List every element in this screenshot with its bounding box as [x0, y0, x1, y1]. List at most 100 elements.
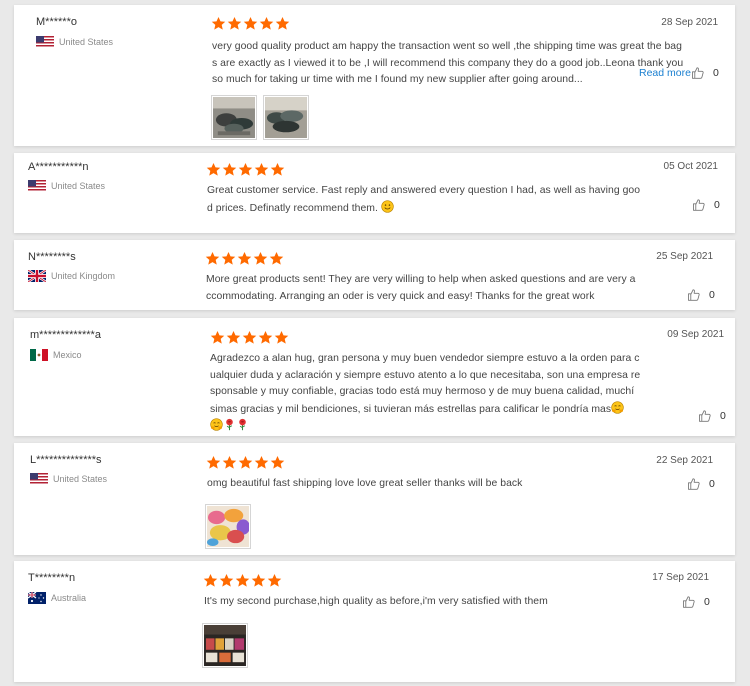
star-icon [242, 330, 257, 345]
reviewer-country: United Kingdom [28, 270, 115, 282]
star-icon [269, 251, 284, 266]
smile-emoji-icon [381, 199, 394, 213]
country-label: United Kingdom [51, 271, 116, 281]
review-photo[interactable] [202, 623, 248, 668]
review-photo[interactable] [205, 504, 251, 549]
star-rating [211, 16, 290, 31]
star-icon [254, 455, 269, 470]
photo-product-shelf-icon [204, 625, 246, 666]
like-count: 0 [713, 67, 719, 79]
reviewer-name: M******o [36, 16, 77, 28]
review-card: M******o United States 28 Sep 2021 very … [14, 5, 735, 146]
reviewer-name: m*************a [30, 329, 101, 341]
hug-emoji-icon [611, 400, 624, 414]
review-card: A***********n United States 05 Oct 2021 … [14, 153, 735, 233]
review-text-line: s are exactly as I viewed it to be ,I wi… [212, 57, 684, 69]
like-count: 0 [714, 199, 720, 211]
thumbs-up-icon [691, 66, 705, 80]
review-text-line: omg beautiful fast shipping love love gr… [207, 478, 523, 489]
review-text: It's my second purchase,high quality as … [204, 594, 548, 611]
like-count: 0 [709, 478, 715, 490]
review-text-line: Great customer service. Fast reply and a… [207, 185, 641, 196]
photo-colorful-bags-icon [207, 506, 249, 547]
reviewer-name: T********n [28, 572, 76, 584]
star-icon [238, 455, 253, 470]
review-text-line: Agradezco a alan hug, gran persona y muy… [210, 353, 640, 364]
review-text-line: d prices. Definatly recommend them. [207, 199, 640, 218]
like-button[interactable]: 0 [698, 409, 726, 423]
read-more-link[interactable]: Read more [639, 67, 691, 79]
star-icon [274, 330, 289, 345]
review-text: More great products sent! They are very … [206, 272, 635, 305]
thumbs-up-icon [698, 409, 712, 423]
like-button[interactable]: 0 [682, 595, 710, 609]
star-rating [206, 162, 285, 177]
uk-flag-icon [28, 270, 46, 282]
star-icon [270, 455, 285, 470]
review-photo[interactable] [211, 95, 257, 140]
like-button[interactable]: 0 [687, 477, 715, 491]
review-date: 09 Sep 2021 [667, 329, 724, 340]
country-label: United States [51, 181, 106, 191]
review-text: Great customer service. Fast reply and a… [207, 183, 640, 217]
star-icon [270, 162, 285, 177]
us-flag-icon [28, 180, 46, 192]
review-text-line: very good quality product am happy the t… [212, 41, 682, 52]
reviewer-country: Mexico [30, 349, 82, 361]
rose-emoji-icon [223, 418, 236, 431]
rose-emoji-icon [236, 418, 249, 431]
like-button[interactable]: 0 [687, 288, 715, 302]
review-text-line: so much for taking ur time with me I fou… [212, 74, 583, 85]
review-card: N********s United Kingdom 25 Sep 2021 Mo… [14, 240, 735, 310]
thumbs-up-icon [692, 198, 706, 212]
review-date: 22 Sep 2021 [656, 455, 713, 466]
reviewer-name: N********s [28, 251, 76, 263]
review-card: L**************s United States 22 Sep 20… [14, 443, 735, 555]
mexico-flag-icon [30, 349, 48, 361]
star-icon [206, 455, 221, 470]
reviewer-country: United States [36, 36, 113, 48]
star-icon [210, 330, 225, 345]
photo-bags-icon [265, 97, 307, 138]
reviewer-country: Australia [28, 592, 86, 604]
like-count: 0 [709, 289, 715, 301]
reviewer-name: A***********n [28, 161, 89, 173]
star-icon [275, 16, 290, 31]
review-text-segment: simas gracias y mil bendiciones, si tuvi… [210, 403, 612, 415]
star-icon [221, 251, 236, 266]
star-icon [253, 251, 268, 266]
us-flag-icon [36, 36, 54, 48]
review-date: 28 Sep 2021 [661, 17, 718, 28]
like-count: 0 [720, 410, 726, 422]
review-text-line: simas gracias y mil bendiciones, si tuvi… [210, 400, 640, 419]
star-rating [205, 251, 284, 266]
star-icon [203, 573, 218, 588]
star-icon [237, 251, 252, 266]
hug-emoji-icon [210, 418, 223, 431]
review-card: m*************a Mexico 09 Sep 2021 Agrad… [14, 318, 735, 436]
star-icon [211, 16, 226, 31]
star-icon [235, 573, 250, 588]
like-button[interactable]: 0 [692, 198, 720, 212]
country-label: Australia [51, 593, 87, 603]
like-button[interactable]: 0 [691, 66, 719, 80]
star-rating [203, 573, 282, 588]
star-icon [238, 162, 253, 177]
review-date: 25 Sep 2021 [656, 251, 713, 262]
star-icon [222, 455, 237, 470]
review-emoji-line [210, 418, 640, 436]
photo-bags-icon [213, 97, 255, 138]
like-count: 0 [704, 596, 710, 608]
star-icon [251, 573, 266, 588]
star-icon [227, 16, 242, 31]
reviewer-country: United States [28, 180, 105, 192]
star-rating [206, 455, 285, 470]
star-icon [219, 573, 234, 588]
review-text-segment: d prices. Definatly recommend them. [207, 202, 378, 214]
star-icon [259, 16, 274, 31]
reviewer-name: L**************s [30, 454, 102, 466]
review-photo[interactable] [263, 95, 309, 140]
review-date: 05 Oct 2021 [663, 161, 718, 172]
star-icon [258, 330, 273, 345]
review-card: T********n Australia 17 Sep 2021 It's my… [14, 561, 735, 682]
